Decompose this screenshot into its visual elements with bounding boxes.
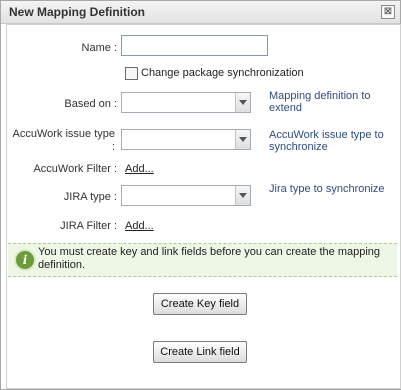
jira-type-hint: Jira type to synchronize [269, 183, 385, 195]
mapping-dialog: New Mapping Definition ⊠ Name : Change p… [0, 0, 401, 390]
name-label: Name : [81, 42, 117, 54]
info-icon: i [14, 249, 36, 271]
based-on-select[interactable] [121, 92, 251, 113]
accuwork-type-select[interactable] [121, 129, 251, 150]
accuwork-filter-add-link[interactable]: Add... [125, 163, 154, 175]
chevron-down-icon[interactable] [235, 186, 250, 205]
based-on-hint: Mapping definition to extend [269, 90, 371, 114]
change-sync-checkbox[interactable] [125, 67, 138, 80]
create-key-field-button[interactable]: Create Key field [153, 293, 247, 315]
change-sync-label: Change package synchronization [141, 67, 304, 79]
jira-type-select[interactable] [121, 185, 251, 206]
create-link-field-button[interactable]: Create Link field [153, 341, 247, 363]
accuwork-type-label: AccuWork issue type : [12, 128, 115, 153]
info-message: You must create key and link fields befo… [38, 246, 381, 271]
accuwork-filter-label: AccuWork Filter : [33, 163, 117, 175]
dialog-title: New Mapping Definition [9, 5, 145, 19]
jira-type-label: JIRA type : [63, 191, 117, 203]
accuwork-type-hint: AccuWork issue type to synchronize [269, 129, 384, 153]
name-input[interactable] [121, 35, 268, 56]
title-bar: New Mapping Definition ⊠ [1, 1, 400, 24]
based-on-label: Based on : [64, 98, 117, 110]
chevron-down-icon[interactable] [235, 93, 250, 112]
jira-filter-add-link[interactable]: Add... [125, 220, 154, 232]
info-banner: i You must create key and link fields be… [8, 243, 397, 277]
close-icon[interactable]: ⊠ [381, 5, 395, 19]
dialog-body: Name : Change package synchronization Ba… [6, 24, 401, 389]
chevron-down-icon[interactable] [235, 130, 250, 149]
jira-filter-label: JIRA Filter : [60, 220, 117, 232]
